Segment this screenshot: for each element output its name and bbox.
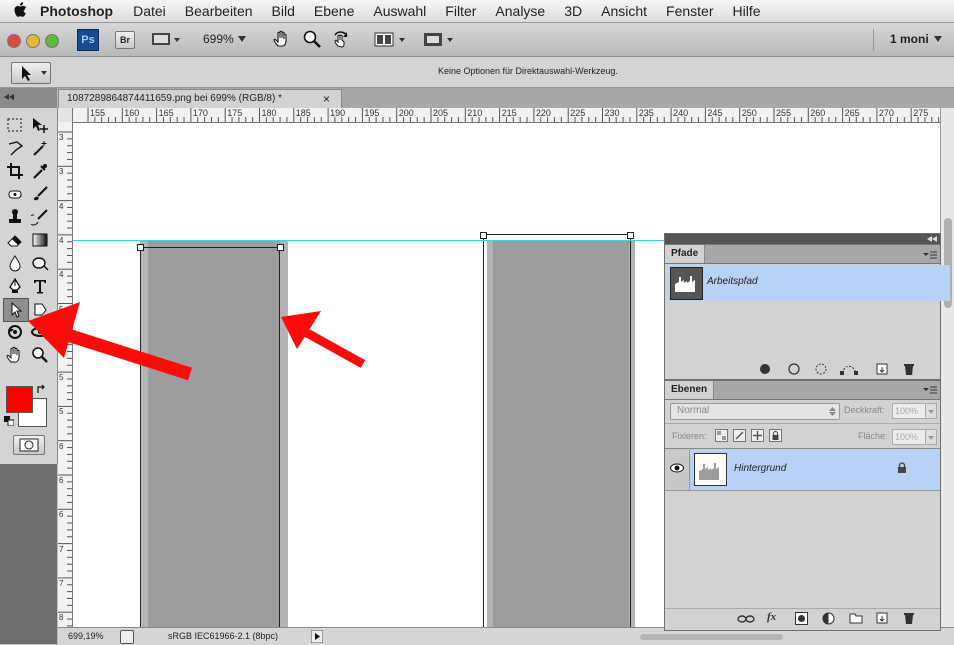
opacity-field[interactable]: 100%: [892, 403, 926, 419]
trash-icon[interactable]: [903, 611, 915, 624]
paths-panel: Pfade Arbeitspfad: [664, 233, 950, 380]
path-row-arbeitspfad[interactable]: Arbeitspfad: [667, 265, 950, 301]
load-selection-icon[interactable]: [815, 363, 827, 375]
layer-style-icon[interactable]: fx: [767, 611, 776, 623]
updown-icon: [829, 407, 836, 416]
foreground-color-swatch[interactable]: [6, 386, 33, 413]
layer-thumbnail: [694, 453, 727, 486]
status-zoom[interactable]: 699,19%: [68, 631, 104, 641]
lock-all-icon[interactable]: [769, 429, 782, 442]
arrow-to-tool: [28, 302, 192, 381]
layer-name: Hintergrund: [734, 463, 787, 474]
lock-label: Fixieren:: [672, 431, 707, 441]
make-work-path-icon[interactable]: [840, 362, 858, 375]
tab-ebenen[interactable]: Ebenen: [665, 381, 715, 399]
paths-footer: [665, 359, 940, 379]
opacity-dropdown[interactable]: [925, 403, 937, 419]
panel-menu-icon[interactable]: [923, 251, 937, 259]
status-icon[interactable]: [120, 630, 134, 644]
new-path-icon[interactable]: [876, 363, 888, 375]
path-name: Arbeitspfad: [707, 276, 758, 287]
stroke-path-icon[interactable]: [788, 363, 800, 375]
tab-pfade[interactable]: Pfade: [665, 245, 706, 263]
fill-field[interactable]: 100%: [892, 429, 926, 445]
eye-icon: [670, 463, 684, 473]
adjustment-layer-icon[interactable]: [822, 612, 835, 625]
fill-dropdown[interactable]: [925, 429, 937, 445]
new-layer-icon[interactable]: [876, 612, 888, 624]
trash-icon[interactable]: [903, 362, 915, 375]
lock-icon: [898, 462, 906, 473]
blend-mode-select[interactable]: Normal: [670, 403, 840, 420]
layers-panel: Ebenen Normal Deckkraft: 100% Fixieren: …: [664, 380, 941, 631]
status-profile: sRGB IEC61966-2.1 (8bpc): [168, 631, 279, 641]
horizontal-scroll-thumb[interactable]: [640, 634, 783, 640]
panel-collapse-bar[interactable]: [665, 234, 940, 245]
path-thumbnail: [670, 267, 703, 300]
panel-menu-icon[interactable]: [923, 386, 937, 394]
new-group-icon[interactable]: [849, 612, 863, 624]
fill-path-icon[interactable]: [759, 363, 771, 375]
lock-position-icon[interactable]: [751, 429, 764, 442]
lock-pixels-icon[interactable]: [733, 429, 746, 442]
status-menu-icon[interactable]: [311, 630, 323, 643]
lock-transparency-icon[interactable]: [715, 429, 728, 442]
layer-mask-icon[interactable]: [795, 612, 808, 625]
fill-label: Fläche:: [858, 431, 888, 441]
link-layers-icon[interactable]: [737, 614, 755, 624]
layers-footer: fx: [665, 608, 940, 629]
vertical-scrollbar[interactable]: [940, 108, 954, 627]
opacity-label: Deckkraft:: [844, 405, 885, 415]
arrow-to-anchor: [281, 311, 366, 368]
layer-row-hintergrund[interactable]: Hintergrund: [665, 449, 940, 490]
layer-visibility-toggle[interactable]: [665, 449, 690, 490]
